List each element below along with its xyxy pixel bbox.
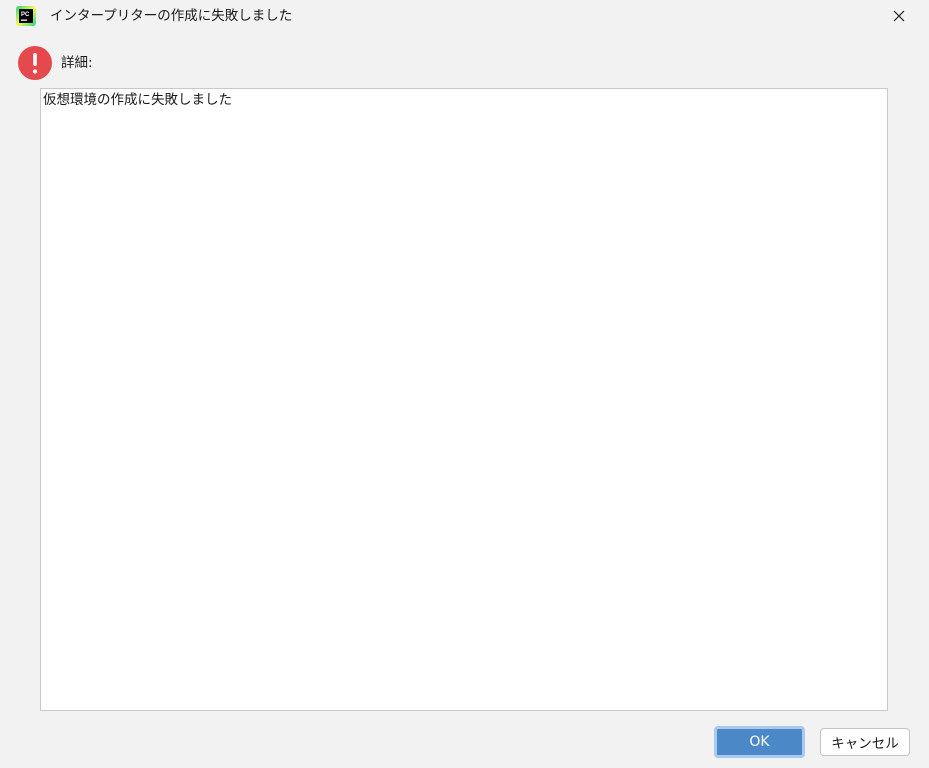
ok-button[interactable]: OK [714, 726, 805, 758]
window-title: インタープリターの作成に失敗しました [50, 8, 293, 24]
details-label: 詳細: [61, 55, 93, 71]
cancel-button[interactable]: キャンセル [820, 728, 910, 756]
close-button[interactable] [879, 0, 919, 32]
details-message-area[interactable]: 仮想環境の作成に失敗しました [40, 88, 888, 711]
close-icon [893, 10, 905, 22]
app-icon-text: PC [21, 12, 30, 18]
pycharm-icon: PC [16, 6, 36, 26]
dialog-window: PC インタープリターの作成に失敗しました 詳細: 仮想環境の作成に失敗しました… [0, 0, 929, 768]
title-bar: PC インタープリターの作成に失敗しました [0, 0, 929, 32]
error-icon [18, 46, 52, 80]
